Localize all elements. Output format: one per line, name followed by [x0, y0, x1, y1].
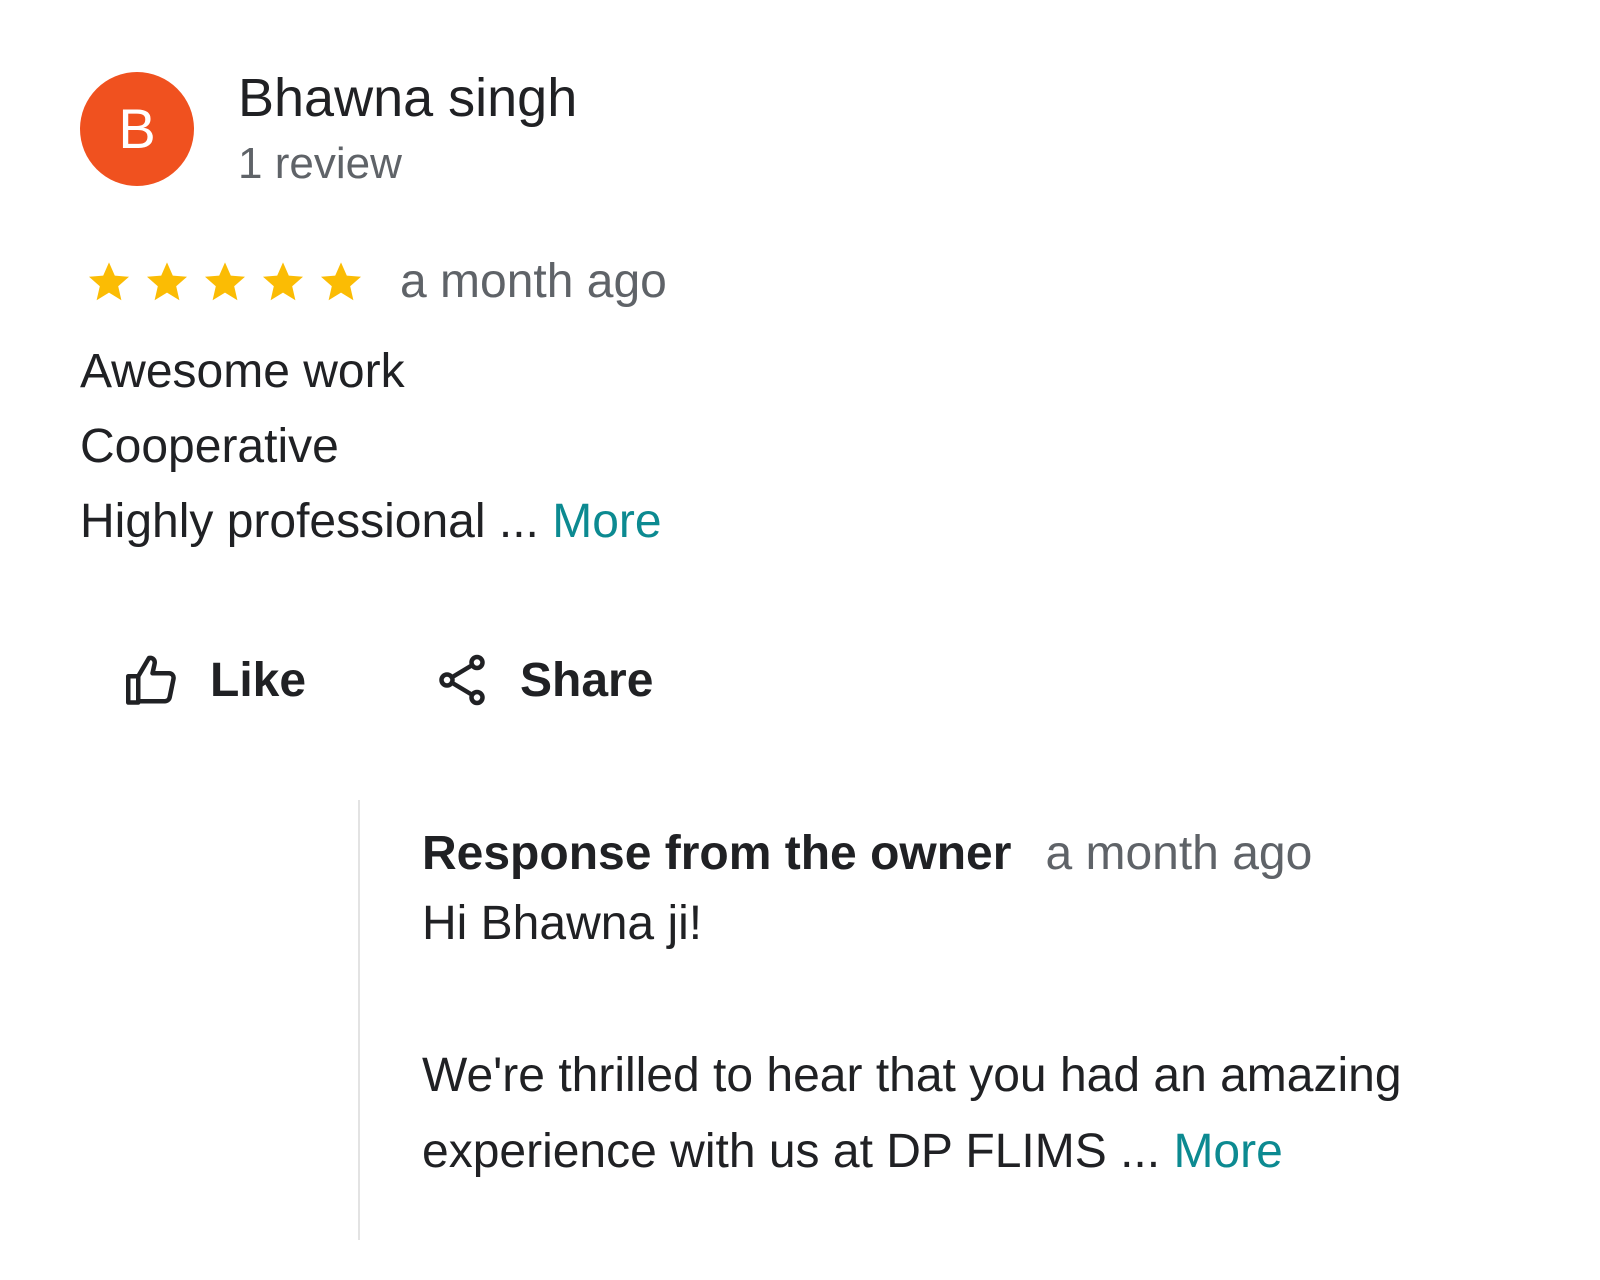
like-label: Like: [210, 653, 307, 707]
review-line-last: Highly professional ... More: [80, 484, 662, 559]
review-count: 1 review: [238, 139, 402, 188]
owner-line-text: experience with us at DP FLIMS: [422, 1125, 1107, 1178]
owner-greeting: Hi Bhawna ji!: [422, 897, 703, 950]
owner-ellipsis: ...: [1106, 1125, 1174, 1178]
owner-line-last: experience with us at DP FLIMS ... More: [422, 1114, 1572, 1190]
star-icon: [205, 262, 245, 301]
review-line-text: Highly professional: [80, 495, 486, 548]
review-time: a month ago: [400, 255, 667, 308]
review-ellipsis: ...: [485, 495, 553, 548]
review-more-link[interactable]: More: [552, 495, 661, 548]
star-icon: [147, 262, 187, 301]
like-button[interactable]: Like: [122, 640, 306, 720]
share-icon: [432, 650, 492, 710]
star-icon: [89, 262, 129, 301]
avatar-letter: B: [118, 97, 156, 160]
reviewer-name[interactable]: Bhawna singh: [238, 66, 577, 130]
share-label: Share: [520, 653, 654, 707]
owner-line: We're thrilled to hear that you had an a…: [422, 1049, 1402, 1102]
rating-row: a month ago: [80, 252, 667, 312]
response-divider: [358, 800, 360, 1240]
share-button[interactable]: Share: [432, 640, 653, 720]
review-line: Cooperative: [80, 420, 339, 473]
review-card: B Bhawna singh 1 review a month ago Awes…: [0, 0, 1600, 1280]
review-line: Awesome work: [80, 345, 405, 398]
owner-response-text: Hi Bhawna ji! We're thrilled to hear tha…: [422, 886, 1572, 1190]
star-icon: [321, 262, 361, 301]
owner-response-time: a month ago: [1045, 827, 1313, 880]
owner-response: Response from the owner a month ago Hi B…: [422, 822, 1572, 1190]
star-rating: [80, 258, 370, 306]
avatar[interactable]: B: [80, 72, 194, 186]
owner-response-title: Response from the owner: [422, 827, 1012, 880]
review-text: Awesome work Cooperative Highly professi…: [80, 334, 662, 559]
star-icon: [263, 262, 303, 301]
owner-more-link[interactable]: More: [1173, 1125, 1282, 1178]
thumbs-up-icon: [122, 650, 182, 710]
owner-response-header: Response from the owner a month ago: [422, 822, 1572, 886]
